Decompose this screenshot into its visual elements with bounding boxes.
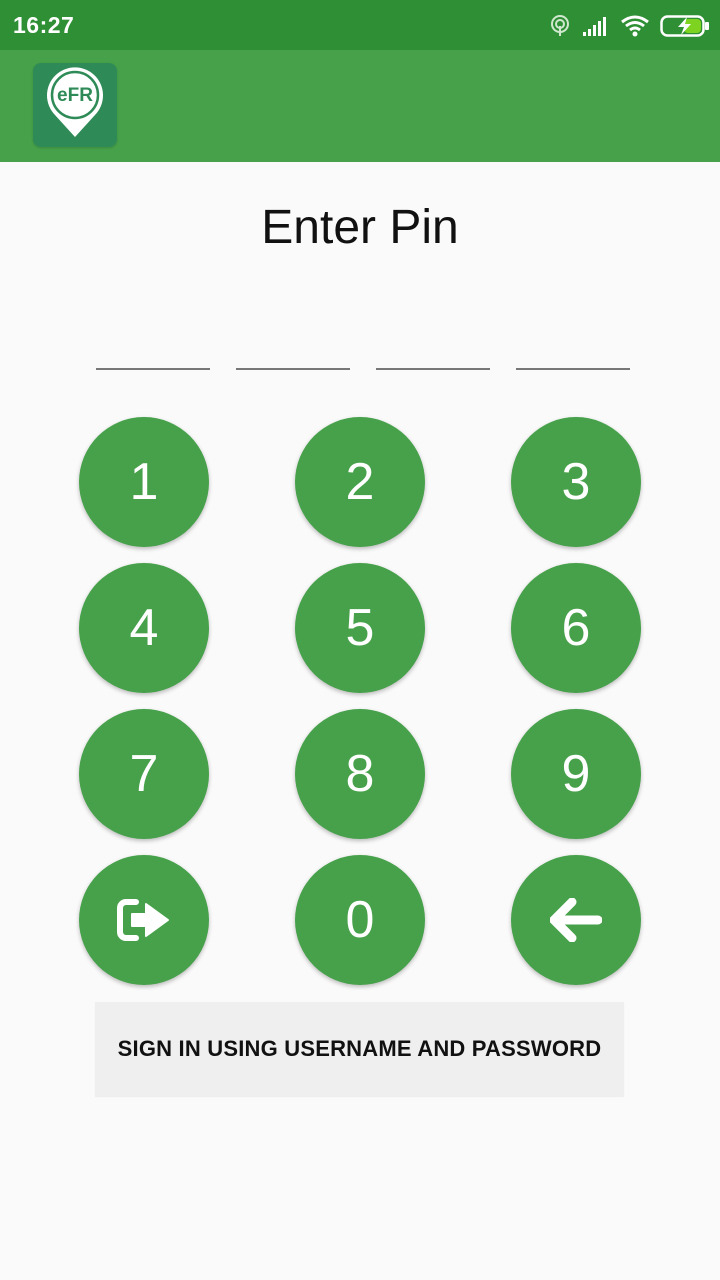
sign-in-button[interactable]: [79, 855, 209, 985]
backspace-arrow-icon: [550, 898, 602, 942]
pin-slot-1: [96, 368, 210, 370]
key-6[interactable]: 6: [511, 563, 641, 693]
app-logo[interactable]: eFR: [33, 63, 117, 147]
pin-slot-2: [236, 368, 350, 370]
backspace-button[interactable]: [511, 855, 641, 985]
key-4[interactable]: 4: [79, 563, 209, 693]
signal-icon: [582, 15, 610, 37]
key-5[interactable]: 5: [295, 563, 425, 693]
key-2[interactable]: 2: [295, 417, 425, 547]
app-bar: eFR: [0, 50, 720, 162]
wifi-icon: [620, 15, 650, 37]
key-7[interactable]: 7: [79, 709, 209, 839]
battery-charging-icon: [660, 14, 710, 38]
pin-slot-4: [516, 368, 630, 370]
key-3[interactable]: 3: [511, 417, 641, 547]
status-bar: 16:27: [0, 0, 720, 50]
key-8[interactable]: 8: [295, 709, 425, 839]
status-icons: [548, 12, 710, 40]
key-9[interactable]: 9: [511, 709, 641, 839]
pin-slot-3: [376, 368, 490, 370]
key-0[interactable]: 0: [295, 855, 425, 985]
key-1[interactable]: 1: [79, 417, 209, 547]
app-logo-text: eFR: [57, 85, 93, 106]
hotspot-icon: [548, 14, 572, 38]
status-time: 16:27: [13, 12, 75, 38]
page-title: Enter Pin: [261, 201, 459, 254]
sign-in-with-password-button[interactable]: SIGN IN USING USERNAME AND PASSWORD: [95, 1002, 624, 1096]
sign-in-icon: [116, 896, 172, 944]
